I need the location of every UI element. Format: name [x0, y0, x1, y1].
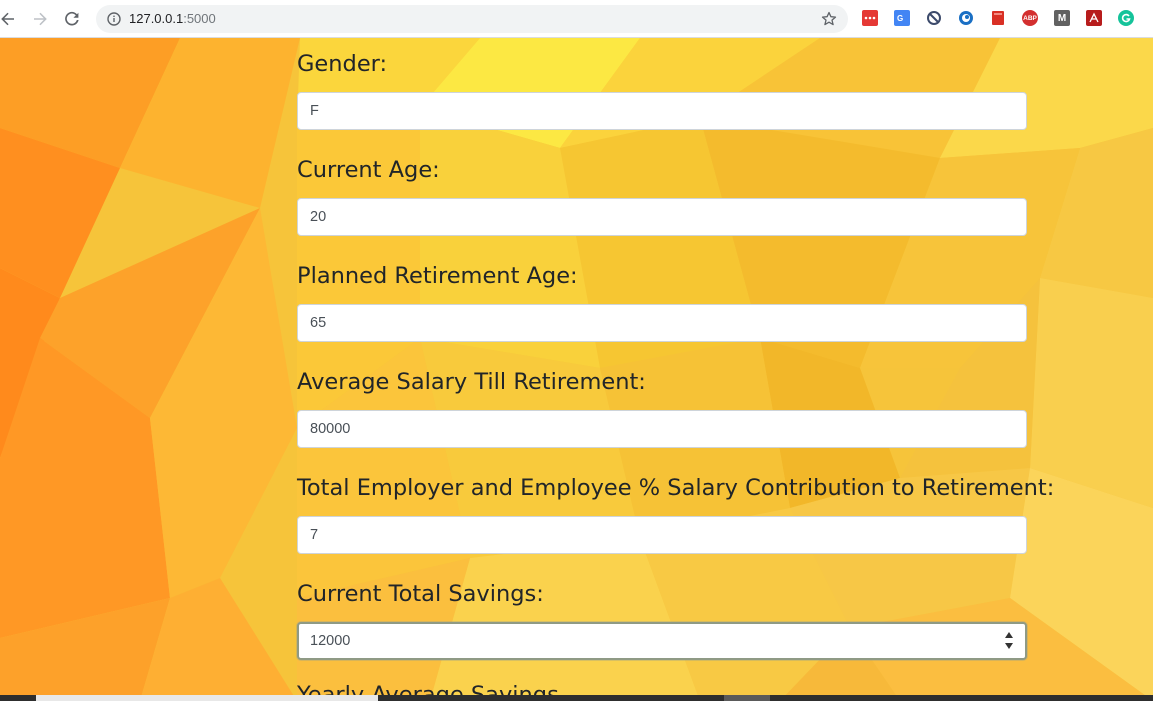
translate-icon[interactable]: G	[894, 10, 910, 26]
back-arrow-icon	[1, 12, 15, 26]
next-field-label: Yearly Average Savings	[297, 685, 559, 695]
url-host: 127.0.0.1	[129, 11, 184, 26]
m-icon[interactable]: M	[1054, 10, 1070, 26]
adblock-icon[interactable]: ABP	[1022, 10, 1038, 26]
gender-input[interactable]	[297, 92, 1027, 130]
next-field-peek: Yearly Average Savings	[0, 685, 1153, 695]
contribution-label: Total Employer and Employee % Salary Con…	[297, 475, 1055, 501]
current-savings-input[interactable]	[297, 622, 1027, 660]
spin-down-icon[interactable]	[1003, 641, 1015, 650]
info-icon[interactable]	[106, 11, 122, 27]
address-bar[interactable]: 127.0.0.1:5000	[96, 5, 848, 33]
page-content: Gender: Current Age: Planned Retirement …	[0, 38, 1153, 701]
number-spinner[interactable]	[1003, 630, 1015, 650]
average-salary-label: Average Salary Till Retirement:	[297, 369, 646, 395]
taskbar-segment	[36, 695, 378, 701]
taskbar-strip	[0, 695, 1153, 701]
back-button[interactable]	[0, 7, 20, 31]
contribution-input[interactable]	[297, 516, 1027, 554]
average-salary-input[interactable]	[297, 410, 1027, 448]
bookmark-icon[interactable]	[990, 10, 1006, 26]
reload-button[interactable]	[60, 7, 84, 31]
gender-label: Gender:	[297, 51, 388, 77]
url-text: 127.0.0.1:5000	[129, 11, 216, 27]
grammarly-icon[interactable]	[1118, 10, 1134, 26]
pdf-icon[interactable]	[1086, 10, 1102, 26]
retirement-age-label: Planned Retirement Age:	[297, 263, 578, 289]
current-savings-label: Current Total Savings:	[297, 581, 544, 607]
bookmark-star-icon[interactable]	[820, 10, 838, 28]
block-icon[interactable]	[926, 10, 942, 26]
current-savings-wrapper	[297, 622, 1027, 660]
taskbar-segment	[724, 695, 770, 701]
reload-icon	[65, 11, 79, 26]
browser-toolbar: 127.0.0.1:5000 G ABP M	[0, 0, 1153, 38]
circle-icon[interactable]	[958, 10, 974, 26]
current-age-input[interactable]	[297, 198, 1027, 236]
svg-text:G: G	[897, 14, 903, 23]
forward-button[interactable]	[28, 7, 52, 31]
current-age-label: Current Age:	[297, 157, 440, 183]
forward-arrow-icon	[34, 12, 47, 26]
url-port: :5000	[183, 11, 216, 26]
spin-up-icon[interactable]	[1003, 630, 1015, 639]
retirement-age-input[interactable]	[297, 304, 1027, 342]
more-icon[interactable]	[862, 10, 878, 26]
